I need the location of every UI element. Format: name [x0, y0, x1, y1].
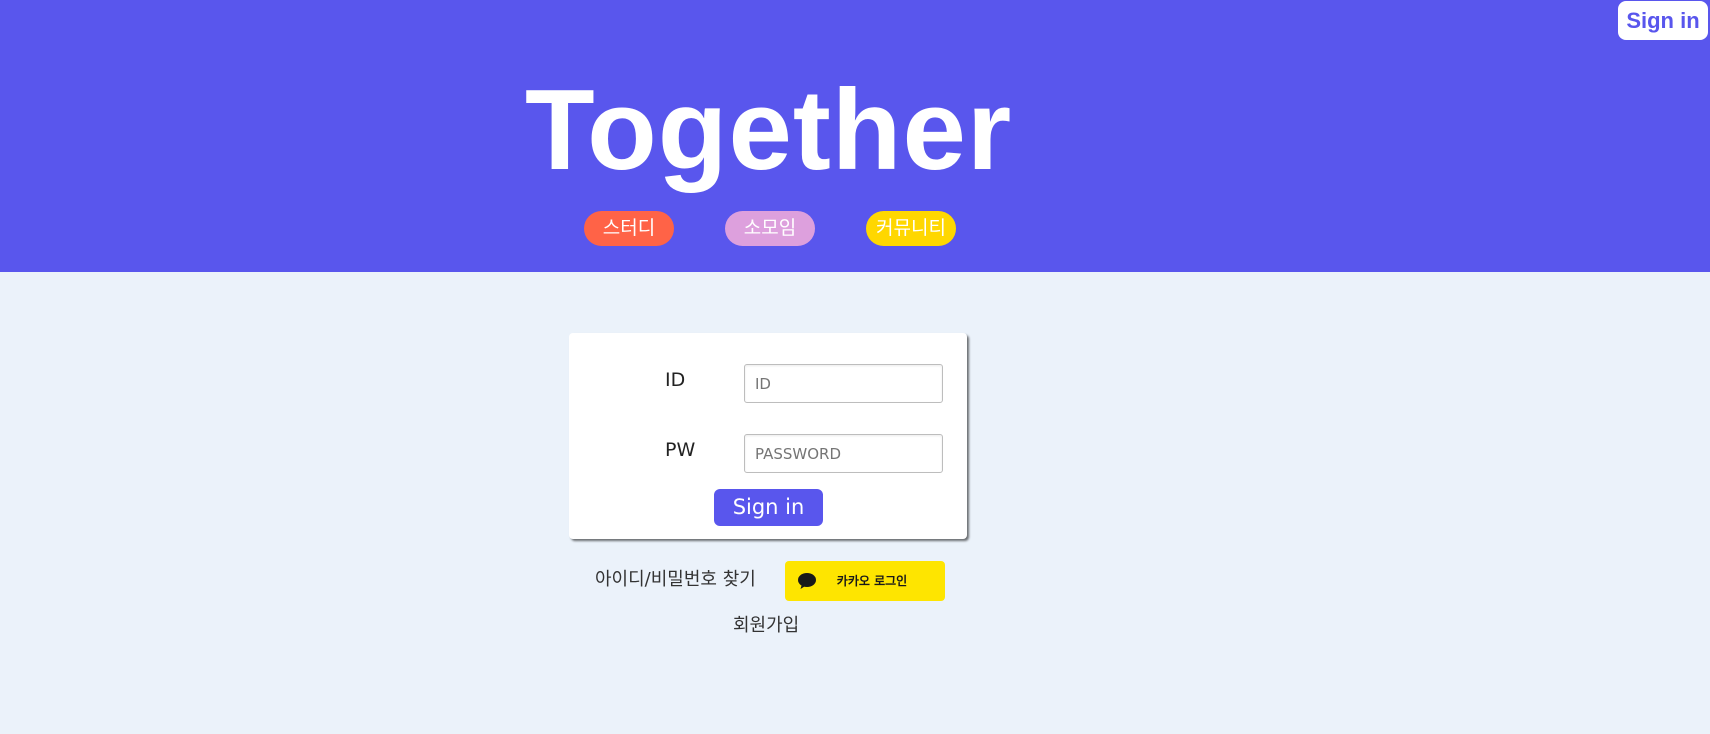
- id-label: ID: [665, 369, 686, 391]
- password-input[interactable]: [744, 434, 943, 473]
- find-account-link[interactable]: 아이디/비밀번호 찾기: [595, 565, 756, 591]
- header: Sign in Together 스터디 소모임 커뮤니티: [0, 0, 1710, 272]
- pw-label: PW: [665, 439, 696, 461]
- nav-group-button[interactable]: 소모임: [725, 211, 815, 246]
- id-input[interactable]: [744, 364, 943, 403]
- signin-submit-button[interactable]: Sign in: [714, 489, 823, 526]
- nav-study-button[interactable]: 스터디: [584, 211, 674, 246]
- site-logo[interactable]: Together: [525, 66, 1012, 196]
- kakao-login-button[interactable]: 카카오 로그인: [785, 561, 945, 601]
- header-signin-button[interactable]: Sign in: [1618, 1, 1708, 40]
- nav-community-button[interactable]: 커뮤니티: [866, 211, 956, 246]
- signup-link[interactable]: 회원가입: [733, 611, 799, 637]
- kakao-login-label: 카카오 로그인: [836, 574, 908, 588]
- login-card: ID PW Sign in: [569, 333, 967, 539]
